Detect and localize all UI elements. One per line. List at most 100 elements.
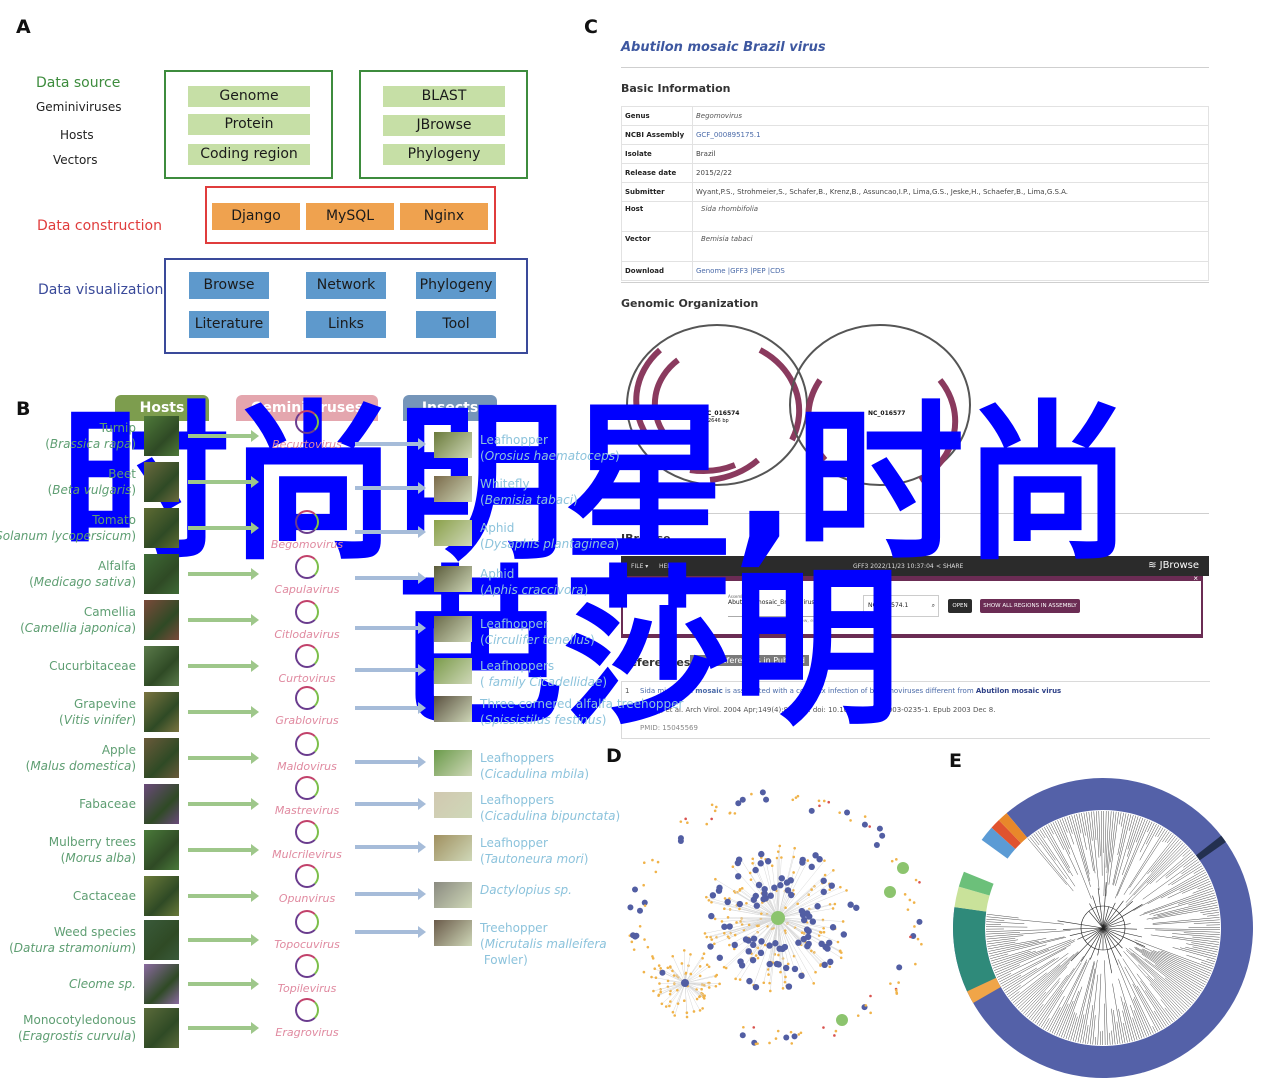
host-node	[827, 958, 834, 966]
host-node	[814, 903, 821, 910]
virus-genus-label: Becurtovirus	[272, 438, 342, 451]
geminiviruses-label: Geminiviruses	[36, 100, 122, 114]
host-node	[737, 958, 744, 965]
vector-node	[839, 885, 842, 889]
insect-photo	[434, 616, 472, 642]
blast-chip: BLAST	[383, 86, 505, 107]
info-value[interactable]: Genome |GFF3 |PEP |CDS	[692, 261, 1209, 281]
vector-node	[845, 889, 848, 892]
vector-node	[784, 906, 787, 910]
peripheral-node	[669, 1000, 672, 1003]
peripheral-node	[789, 1030, 793, 1034]
info-row: Host Sida rhombifolia	[621, 201, 1209, 232]
tree-branch	[1126, 817, 1141, 857]
host-to-virus-arrow	[188, 934, 259, 946]
host-common-name: Apple	[101, 743, 136, 757]
peripheral-node	[739, 796, 746, 803]
peripheral-node	[651, 957, 655, 960]
insect-latin-name: (Circulifer tenellus)	[480, 633, 595, 647]
host-node	[721, 923, 728, 930]
tree-branch	[1102, 927, 1123, 949]
insect-common-name: Leafhopper	[480, 433, 548, 447]
tree-branch	[1149, 847, 1189, 885]
insect-label: Leafhoppers (Cicadulina mbila)	[480, 750, 589, 782]
vector-node	[671, 954, 675, 958]
genome-chip: Genome	[188, 86, 310, 107]
peripheral-node	[657, 964, 661, 967]
peripheral-node	[791, 798, 795, 802]
show-all-regions-button[interactable]: SHOW ALL REGIONS IN ASSEMBLY	[980, 599, 1080, 613]
vector-node	[710, 938, 714, 941]
info-key: Host	[621, 201, 693, 232]
vector-node	[660, 1002, 664, 1006]
vector-node	[828, 965, 832, 969]
vector-node	[828, 888, 832, 891]
peripheral-node	[838, 811, 841, 814]
vector-node	[673, 1014, 677, 1017]
peripheral-node	[920, 942, 923, 946]
virus-node	[897, 862, 909, 874]
host-latin-name: (Datura stramonium)	[9, 941, 136, 955]
vector-node	[821, 918, 825, 922]
host-node	[829, 924, 837, 931]
peripheral-node	[890, 859, 894, 863]
host-node	[820, 877, 827, 884]
tree-branch	[986, 921, 1025, 924]
host-node	[745, 948, 752, 955]
tree-branch	[1091, 811, 1100, 890]
tree-branch	[1125, 840, 1182, 903]
vector-node	[718, 982, 721, 986]
vector-node	[832, 869, 835, 872]
peripheral-node	[879, 832, 886, 839]
host-node	[820, 888, 827, 896]
host-node	[803, 926, 811, 933]
tree-branch	[1160, 874, 1208, 899]
virus-genus-label: Curtovirus	[278, 672, 336, 685]
virus-node	[884, 886, 896, 898]
peripheral-node	[869, 1011, 872, 1015]
peripheral-node	[632, 948, 636, 951]
host-node	[783, 879, 791, 886]
vector-node	[839, 956, 843, 960]
host-to-virus-arrow	[188, 844, 259, 856]
vector-node	[720, 920, 724, 923]
host-node	[799, 856, 806, 864]
host-common-name: Mulberry trees	[48, 835, 136, 849]
tree-branch	[1164, 977, 1195, 1002]
vector-node	[702, 952, 706, 956]
host-node	[707, 943, 714, 950]
insect-common-name: Leafhopper	[480, 617, 548, 631]
peripheral-node	[659, 969, 666, 976]
open-button[interactable]: OPEN	[948, 599, 972, 613]
host-latin-name: (Solanum lycopersicum)	[0, 529, 136, 543]
info-row: NCBI Assembly GCF_000895175.1	[621, 125, 1209, 145]
tree-branch	[1117, 965, 1147, 1037]
virus-genome-icon	[295, 644, 319, 668]
host-photo	[144, 784, 179, 824]
insect-label: Leafhopper (Tautoneura mori)	[480, 835, 588, 867]
tree-branch	[1192, 946, 1218, 953]
info-value[interactable]: Sida rhombifolia	[692, 201, 1209, 232]
info-value[interactable]: GCF_000895175.1	[692, 125, 1209, 145]
host-common-name: Alfalfa	[97, 559, 136, 573]
peripheral-node	[705, 822, 709, 826]
peripheral-node	[895, 858, 898, 861]
search-icon[interactable]: ⌕	[932, 596, 935, 616]
insect-photo	[434, 792, 472, 818]
peripheral-node	[834, 1029, 838, 1033]
tree-branch	[1202, 912, 1219, 915]
peripheral-node	[868, 825, 871, 828]
info-value[interactable]: Bemisia tabaci	[692, 231, 1209, 262]
vector-node	[714, 877, 717, 881]
tree-branch	[1133, 842, 1184, 896]
host-node	[734, 859, 742, 867]
peripheral-node	[654, 870, 658, 874]
insect-photo	[434, 658, 472, 684]
tree-branch	[1147, 872, 1206, 904]
insect-common-name: Leafhoppers	[480, 659, 555, 673]
insect-common-name: Treehopper	[480, 921, 548, 935]
tree-branch	[1162, 831, 1170, 843]
tree-branch	[1014, 964, 1061, 1005]
host-photo	[144, 830, 179, 870]
virus-to-insect-arrow	[355, 756, 426, 768]
